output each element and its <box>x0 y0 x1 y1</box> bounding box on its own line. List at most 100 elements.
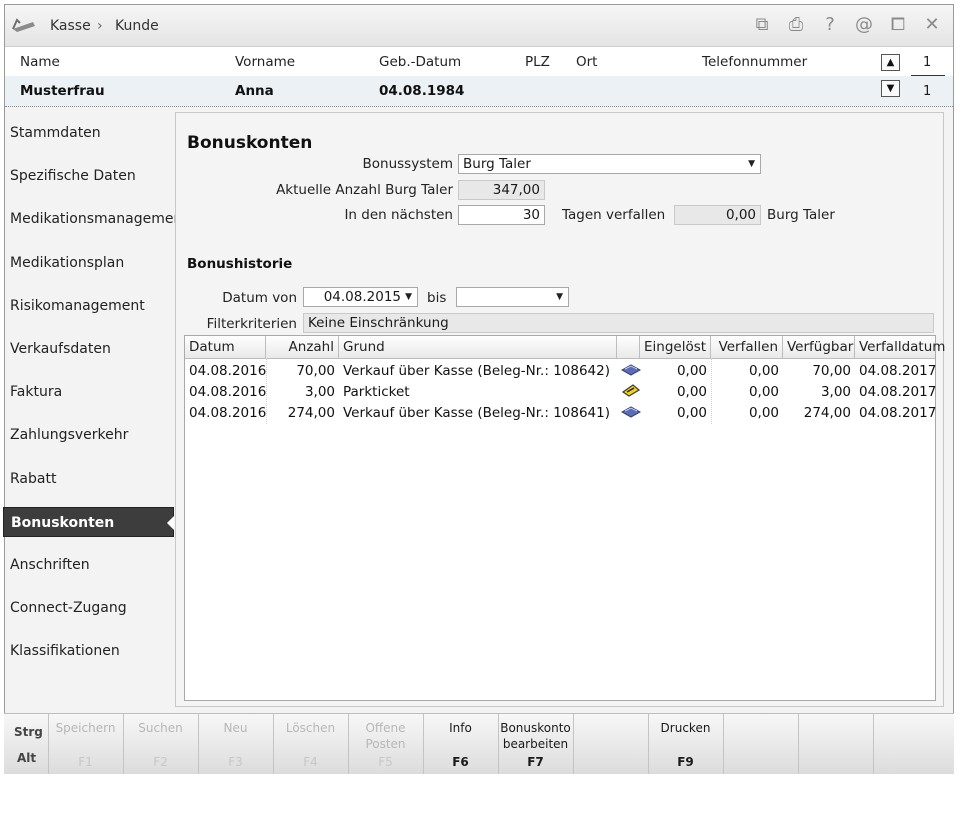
fkey-f12-button[interactable] <box>873 714 954 774</box>
sidebar-item-rabatt[interactable]: Rabatt <box>3 464 174 494</box>
window-icon[interactable]: ⧠ <box>885 13 911 37</box>
sidebar-item-zahlungsverkehr[interactable]: Zahlungsverkehr <box>3 420 174 450</box>
help-icon[interactable]: ? <box>817 13 843 37</box>
cell-grund: Parkticket <box>343 384 410 400</box>
th-verfalldatum[interactable]: Verfalldatum <box>855 336 945 358</box>
back-arrow-icon[interactable] <box>11 14 37 36</box>
bonussystem-label: Bonussystem <box>362 156 453 172</box>
chevron-down-icon: ▼ <box>405 292 412 302</box>
sidebar-item-stammdaten[interactable]: Stammdaten <box>3 118 174 148</box>
days-input[interactable]: 30 <box>458 205 545 225</box>
sidebar-item-risikomanagement[interactable]: Risikomanagement <box>3 291 174 321</box>
print-icon[interactable]: ⎙ <box>783 13 809 37</box>
cell-verfuegbar: 70,00 <box>812 363 851 379</box>
cell-verfuegbar: 3,00 <box>820 384 851 400</box>
speichern-button[interactable]: Speichern F1 <box>48 714 122 774</box>
next-customer-button[interactable]: ▼ <box>881 80 900 97</box>
datum-von-picker[interactable]: 04.08.2015 ▼ <box>303 287 418 307</box>
title-bar: Kasse › Kunde ⧉ ⎙ ? @ ⧠ ✕ <box>5 5 953 47</box>
th-grund[interactable]: Grund <box>339 336 617 358</box>
cell-verfalldatum: 04.08.2017 <box>859 363 937 379</box>
loeschen-button[interactable]: Löschen F4 <box>273 714 347 774</box>
fkey-label: Neu <box>223 721 248 735</box>
datum-von-value: 04.08.2015 <box>323 289 401 305</box>
fkey-f10-button[interactable] <box>723 714 797 774</box>
fkey-shortcut: F1 <box>78 755 93 769</box>
sidebar-item-label: Connect-Zugang <box>10 600 127 616</box>
sidebar-item-bonuskonten[interactable]: Bonuskonten <box>3 507 174 537</box>
col-geb-datum: Geb.-Datum <box>379 54 462 70</box>
sidebar-item-label: Stammdaten <box>10 125 101 141</box>
chevron-down-icon: ▼ <box>748 159 755 169</box>
customer-name: Musterfrau <box>20 83 105 99</box>
cell-grund: Verkauf über Kasse (Beleg-Nr.: 108641) <box>343 405 610 421</box>
info-button[interactable]: Info F6 <box>423 714 497 774</box>
th-verfuegbar[interactable]: Verfügbar <box>783 336 855 358</box>
bis-label: bis <box>427 290 447 306</box>
table-row[interactable]: 04.08.2016 3,00 Parkticket 0,00 0,00 3,0… <box>185 382 936 403</box>
fkey-shortcut: F4 <box>303 755 318 769</box>
drucken-button[interactable]: Drucken F9 <box>648 714 722 774</box>
fkey-label: Suchen <box>138 721 183 735</box>
function-key-bar: Strg Alt Speichern F1 Suchen F2 Neu F3 Lösc… <box>4 713 954 774</box>
filter-field[interactable]: Keine Einschränkung <box>303 313 934 333</box>
sidebar-item-spezifische-daten[interactable]: Spezifische Daten <box>3 161 174 191</box>
sidebar-item-klassifikationen[interactable]: Klassifikationen <box>3 636 174 666</box>
close-icon[interactable]: ✕ <box>919 13 945 37</box>
bonussystem-select[interactable]: Burg Taler ▼ <box>458 154 761 174</box>
th-eingeloest[interactable]: Eingelöst <box>640 336 711 358</box>
page-total: 1 <box>923 84 932 99</box>
sidebar-item-faktura[interactable]: Faktura <box>3 377 174 407</box>
customer-header: Name Vorname Geb.-Datum PLZ Ort Telefonn… <box>5 47 953 76</box>
ticket-icon <box>617 382 641 403</box>
neu-button[interactable]: Neu F3 <box>198 714 272 774</box>
suchen-button[interactable]: Suchen F2 <box>123 714 197 774</box>
table-row[interactable]: 04.08.2016 70,00 Verkauf über Kasse (Bel… <box>185 361 937 382</box>
cell-anzahl: 70,00 <box>296 363 335 379</box>
sidebar-item-label: Faktura <box>10 384 63 400</box>
customer-values[interactable]: Musterfrau Anna 04.08.1984 ▼ 1 <box>5 76 953 107</box>
fkey-label: Offene Posten <box>365 721 406 751</box>
sidebar-item-label: Verkaufsdaten <box>10 341 111 357</box>
cell-eingeloest: 0,00 <box>676 363 707 379</box>
sidebar-item-connect-zugang[interactable]: Connect-Zugang <box>3 593 174 623</box>
historie-title: Bonushistorie <box>187 256 293 272</box>
offene-posten-button[interactable]: Offene Posten F5 <box>348 714 422 774</box>
verfallen-label: Tagen verfallen <box>562 207 666 223</box>
fkey-shortcut: F9 <box>677 755 694 769</box>
col-ort: Ort <box>576 54 598 70</box>
th-anzahl[interactable]: Anzahl <box>266 336 339 358</box>
sidebar-item-medikationsplan[interactable]: Medikationsplan <box>3 248 174 278</box>
fkey-label: Drucken <box>660 721 711 735</box>
table-row[interactable]: 04.08.2016 274,00 Verkauf über Kasse (Be… <box>185 403 936 424</box>
cell-datum: 04.08.2016 <box>189 384 267 400</box>
fkey-label: Bonuskonto bearbeiten <box>500 721 571 751</box>
fkey-f8-button[interactable] <box>573 714 647 774</box>
verfallen-field: 0,00 <box>674 205 761 225</box>
th-datum[interactable]: Datum <box>185 336 266 358</box>
th-icon[interactable] <box>617 336 640 358</box>
th-verfallen[interactable]: Verfallen <box>711 336 783 358</box>
sidebar-item-medikationsmanagement[interactable]: Medikationsmanagement <box>3 204 188 234</box>
naechsten-label: In den nächsten <box>344 207 453 223</box>
datum-bis-picker[interactable]: ▼ <box>456 287 569 307</box>
sidebar-item-anschriften[interactable]: Anschriften <box>3 550 174 580</box>
fkey-f11-button[interactable] <box>798 714 872 774</box>
customer-vorname: Anna <box>235 83 274 99</box>
fkey-label: Löschen <box>285 721 336 735</box>
sidebar-item-verkaufsdaten[interactable]: Verkaufsdaten <box>3 334 174 364</box>
cell-anzahl: 274,00 <box>287 405 335 421</box>
page-current: 1 <box>923 55 932 70</box>
cash-register-icon <box>617 361 642 382</box>
cell-verfallen: 0,00 <box>748 405 779 421</box>
anzahl-label: Aktuelle Anzahl Burg Taler <box>276 182 453 198</box>
cell-datum: 04.08.2016 <box>189 405 267 421</box>
copy-icon[interactable]: ⧉ <box>749 13 775 37</box>
bonuskonto-bearbeiten-button[interactable]: Bonuskonto bearbeiten F7 <box>498 714 572 774</box>
cell-eingeloest: 0,00 <box>676 384 707 400</box>
previous-customer-button[interactable]: ▲ <box>881 54 900 71</box>
sidebar-item-label: Bonuskonten <box>11 515 115 531</box>
email-icon[interactable]: @ <box>851 13 877 37</box>
cell-verfallen: 0,00 <box>748 363 779 379</box>
breadcrumb-kasse[interactable]: Kasse <box>50 18 91 34</box>
